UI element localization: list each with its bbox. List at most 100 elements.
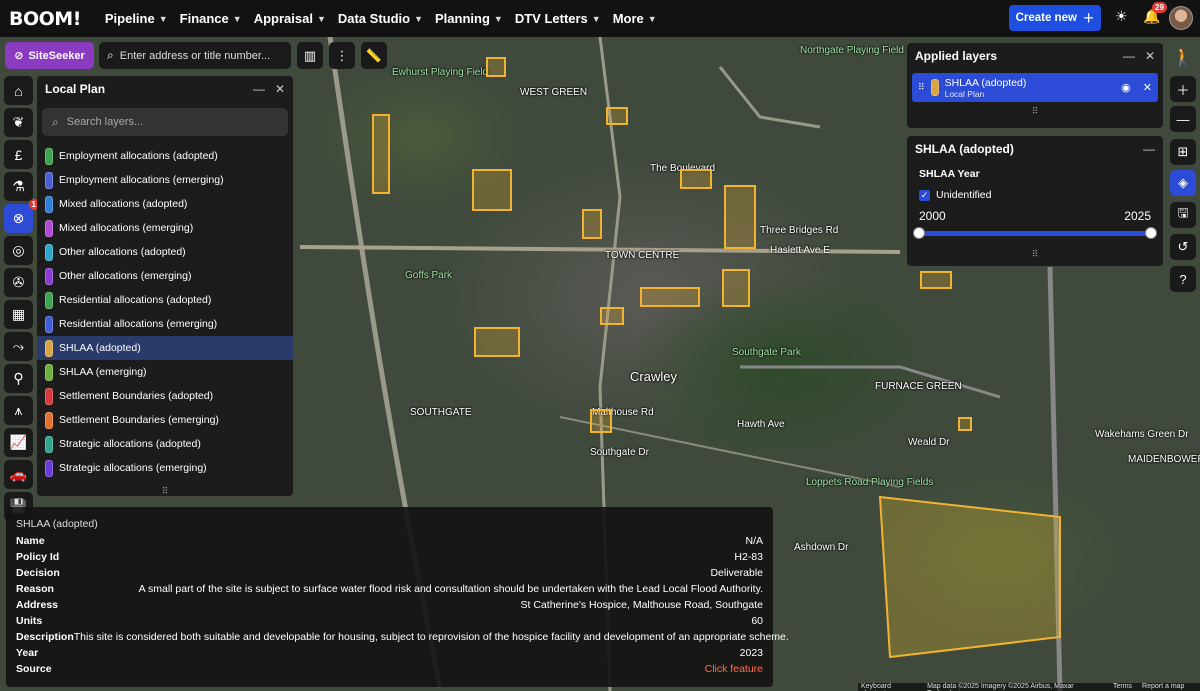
layer-swatch bbox=[45, 171, 53, 189]
feature-info-key: Address bbox=[16, 599, 59, 611]
zoom-in-icon[interactable]: ＋ bbox=[1170, 76, 1196, 102]
more-vertical-icon[interactable]: ⋮ bbox=[329, 42, 355, 69]
layer-item[interactable]: SHLAA (adopted) bbox=[37, 336, 293, 360]
unidentified-checkbox-row[interactable]: ✓ Unidentified bbox=[919, 189, 1151, 201]
route-icon[interactable]: ⤳ bbox=[4, 332, 33, 361]
buildings-icon[interactable]: ⌂ bbox=[4, 76, 33, 105]
save-icon[interactable]: 🖫 bbox=[1170, 202, 1196, 228]
keyboard-shortcuts-link[interactable]: Keyboard shortcuts bbox=[861, 683, 917, 691]
minimize-icon[interactable]: — bbox=[1123, 49, 1135, 63]
applied-layers-panel: Applied layers — ✕ ⠿ SHLAA (adopted) Loca… bbox=[907, 43, 1163, 128]
layer-list: Employment allocations (adopted) Employme… bbox=[37, 144, 293, 480]
layer-search-input[interactable] bbox=[66, 116, 257, 128]
leaf-icon[interactable]: ❦ bbox=[4, 108, 33, 137]
eye-icon[interactable]: ◉ bbox=[1121, 81, 1131, 94]
drag-handle-icon[interactable]: ⠿ bbox=[907, 106, 1163, 117]
nav-appraisal[interactable]: Appraisal ▼ bbox=[254, 11, 326, 26]
car-icon[interactable]: 🚗 bbox=[4, 460, 33, 489]
year-range-slider[interactable] bbox=[913, 227, 1157, 239]
history-icon[interactable]: ↺ bbox=[1170, 234, 1196, 260]
nav-more[interactable]: More ▼ bbox=[613, 11, 657, 26]
layer-item[interactable]: Strategic allocations (emerging) bbox=[37, 456, 293, 480]
building-icon[interactable]: ▦ bbox=[4, 300, 33, 329]
person-pin-icon[interactable]: ⚲ bbox=[4, 364, 33, 393]
minimize-icon[interactable]: — bbox=[253, 82, 265, 96]
map-label-haslett: Haslett Ave E bbox=[770, 245, 830, 256]
layer-item[interactable]: Mixed allocations (emerging) bbox=[37, 216, 293, 240]
nav-data-studio[interactable]: Data Studio ▼ bbox=[338, 11, 423, 26]
slider-thumb-max[interactable] bbox=[1145, 227, 1157, 239]
layer-swatch bbox=[45, 363, 53, 381]
layer-item[interactable]: Other allocations (emerging) bbox=[37, 264, 293, 288]
checkbox-checked-icon[interactable]: ✓ bbox=[919, 189, 930, 201]
street-view-pegman-icon[interactable]: 🚶 bbox=[1170, 44, 1196, 70]
wind-turbine-icon[interactable]: ✇ bbox=[4, 268, 33, 297]
layer-item[interactable]: Settlement Boundaries (emerging) bbox=[37, 408, 293, 432]
panel-header: SHLAA (adopted) — bbox=[907, 136, 1163, 162]
pylon-icon[interactable]: ⩚ bbox=[4, 396, 33, 425]
feature-info-row: Decision Deliverable bbox=[16, 567, 763, 583]
checkbox-label: Unidentified bbox=[936, 189, 992, 201]
layer-item[interactable]: Mixed allocations (adopted) bbox=[37, 192, 293, 216]
layers-cross-icon[interactable]: ⊗ 1 bbox=[4, 199, 39, 233]
boom-logo[interactable]: BOOM! bbox=[9, 8, 81, 30]
layer-item[interactable]: Employment allocations (emerging) bbox=[37, 168, 293, 192]
terms-link[interactable]: Terms bbox=[1113, 683, 1132, 691]
layers-icon[interactable]: ◈ bbox=[1170, 170, 1196, 196]
panel-title: SHLAA (adopted) bbox=[915, 142, 1014, 156]
layer-item[interactable]: Other allocations (adopted) bbox=[37, 240, 293, 264]
siteseeker-button[interactable]: ⊘ SiteSeeker bbox=[5, 42, 94, 69]
drag-handle-icon[interactable]: ⠿ bbox=[907, 249, 1163, 260]
layer-item[interactable]: SHLAA (emerging) bbox=[37, 360, 293, 384]
drag-handle-icon[interactable]: ⠿ bbox=[37, 486, 293, 497]
applied-layer-item[interactable]: ⠿ SHLAA (adopted) Local Plan ◉ ✕ bbox=[912, 73, 1158, 102]
layer-item[interactable]: Residential allocations (emerging) bbox=[37, 312, 293, 336]
layer-swatch bbox=[45, 411, 53, 429]
theme-toggle-icon[interactable]: ☀ bbox=[1115, 8, 1128, 25]
remove-icon[interactable]: ✕ bbox=[1143, 81, 1152, 94]
feature-info-key: Description bbox=[16, 631, 74, 643]
layer-swatch bbox=[45, 339, 53, 357]
map-label-northgate: Northgate Playing Field bbox=[800, 45, 904, 56]
click-feature-link[interactable]: Click feature bbox=[705, 663, 763, 679]
map-label-southgate-dr: Southgate Dr bbox=[590, 447, 649, 458]
slider-thumb-min[interactable] bbox=[913, 227, 925, 239]
layer-item[interactable]: Residential allocations (adopted) bbox=[37, 288, 293, 312]
layer-swatch bbox=[45, 267, 53, 285]
flask-icon[interactable]: ⚗ bbox=[4, 172, 33, 201]
layer-swatch bbox=[45, 459, 53, 477]
report-error-link[interactable]: Report a map error bbox=[1142, 683, 1197, 691]
feature-info-row: Units 60 bbox=[16, 615, 763, 631]
help-icon[interactable]: ? bbox=[1170, 266, 1196, 292]
feature-info-title: SHLAA (adopted) bbox=[16, 518, 98, 530]
grid-icon[interactable]: ⊞ bbox=[1170, 139, 1196, 165]
left-rail: ⌂ ❦ £ ⚗ ⊗ 1 ◎ ✇ ▦ ⤳ ⚲ ⩚ 📈 🚗 💾 bbox=[4, 76, 39, 521]
close-icon[interactable]: ✕ bbox=[275, 82, 285, 96]
layer-item[interactable]: Employment allocations (adopted) bbox=[37, 144, 293, 168]
ruler-icon[interactable]: 📏 bbox=[361, 42, 387, 69]
map-icon[interactable]: ▥ bbox=[297, 42, 323, 69]
nav-finance[interactable]: Finance ▼ bbox=[180, 11, 242, 26]
create-new-button[interactable]: Create new ＋ bbox=[1009, 5, 1101, 31]
chart-icon[interactable]: 📈 bbox=[4, 428, 33, 457]
layer-swatch bbox=[45, 387, 53, 405]
drag-handle-icon[interactable]: ⠿ bbox=[918, 82, 925, 93]
close-icon[interactable]: ✕ bbox=[1145, 49, 1155, 63]
minimize-icon[interactable]: — bbox=[1143, 142, 1155, 156]
zoom-out-icon[interactable]: — bbox=[1170, 106, 1196, 132]
target-icon[interactable]: ◎ bbox=[4, 236, 33, 265]
address-search-input[interactable] bbox=[119, 49, 270, 62]
map-label-furnace-green: FURNACE GREEN bbox=[875, 381, 962, 392]
shlaa-large-site bbox=[878, 495, 1061, 659]
map-label-weald-dr: Weald Dr bbox=[908, 437, 950, 448]
nav-dtv-letters[interactable]: DTV Letters ▼ bbox=[515, 11, 601, 26]
layer-label: Mixed allocations (adopted) bbox=[59, 198, 188, 210]
nav-pipeline[interactable]: Pipeline ▼ bbox=[105, 11, 168, 26]
pound-icon[interactable]: £ bbox=[4, 140, 33, 169]
nav-planning[interactable]: Planning ▼ bbox=[435, 11, 503, 26]
panel-header: Applied layers — ✕ bbox=[907, 43, 1163, 69]
feature-info-row: Source Click feature bbox=[16, 663, 763, 679]
layer-item[interactable]: Settlement Boundaries (adopted) bbox=[37, 384, 293, 408]
layer-item[interactable]: Strategic allocations (adopted) bbox=[37, 432, 293, 456]
avatar[interactable] bbox=[1169, 6, 1193, 30]
